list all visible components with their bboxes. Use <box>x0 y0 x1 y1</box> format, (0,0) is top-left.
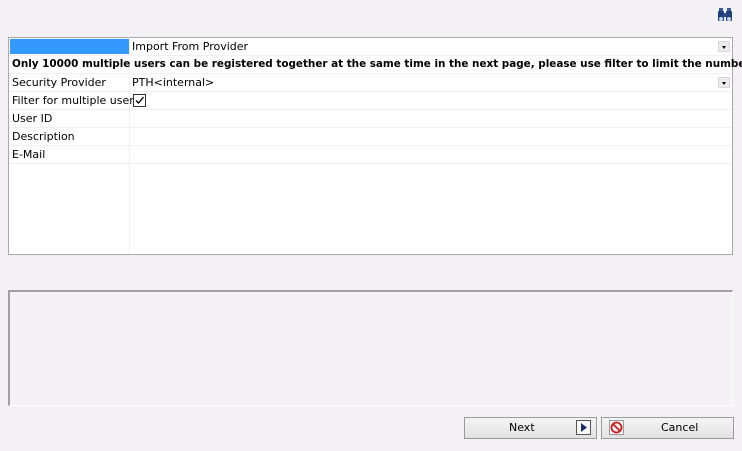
checkmark-icon <box>135 96 144 104</box>
next-button-label: Next <box>509 421 535 434</box>
mode-row-label <box>10 39 129 54</box>
mode-dropdown-arrow[interactable] <box>718 41 730 52</box>
binoculars-icon <box>718 8 732 21</box>
user-id-row[interactable]: User ID <box>9 110 732 128</box>
limit-notice: Only 10000 multiple users can be registe… <box>12 58 742 70</box>
cancel-icon <box>609 420 624 435</box>
email-label: E-Mail <box>12 148 46 161</box>
security-provider-value: PTH<internal> <box>132 76 215 89</box>
filter-multiple-users-row[interactable]: Filter for multiple users <box>9 92 732 110</box>
email-row[interactable]: E-Mail <box>9 146 732 164</box>
filter-multiple-users-checkbox[interactable] <box>133 94 146 107</box>
user-id-label: User ID <box>12 112 53 125</box>
description-label: Description <box>12 130 75 143</box>
cancel-button-label: Cancel <box>661 421 699 434</box>
security-provider-dropdown-arrow[interactable] <box>718 77 730 88</box>
property-grid: Import From Provider Only 10000 multiple… <box>8 37 742 255</box>
mode-value: Import From Provider <box>132 40 249 53</box>
security-provider-row[interactable]: Security Provider PTH<internal> <box>9 74 732 92</box>
description-row[interactable]: Description <box>9 128 732 146</box>
cancel-button[interactable]: Cancel <box>601 417 734 439</box>
filter-multiple-users-label: Filter for multiple users <box>12 94 140 107</box>
message-panel <box>8 290 733 406</box>
next-arrow-icon <box>576 420 591 435</box>
security-provider-label: Security Provider <box>12 76 106 89</box>
notice-row: Only 10000 multiple users can be registe… <box>9 56 742 74</box>
next-button[interactable]: Next <box>464 417 597 439</box>
import-users-dialog: Import From Provider Only 10000 multiple… <box>0 0 742 451</box>
mode-row[interactable]: Import From Provider <box>9 38 732 56</box>
find-button[interactable] <box>715 6 735 25</box>
